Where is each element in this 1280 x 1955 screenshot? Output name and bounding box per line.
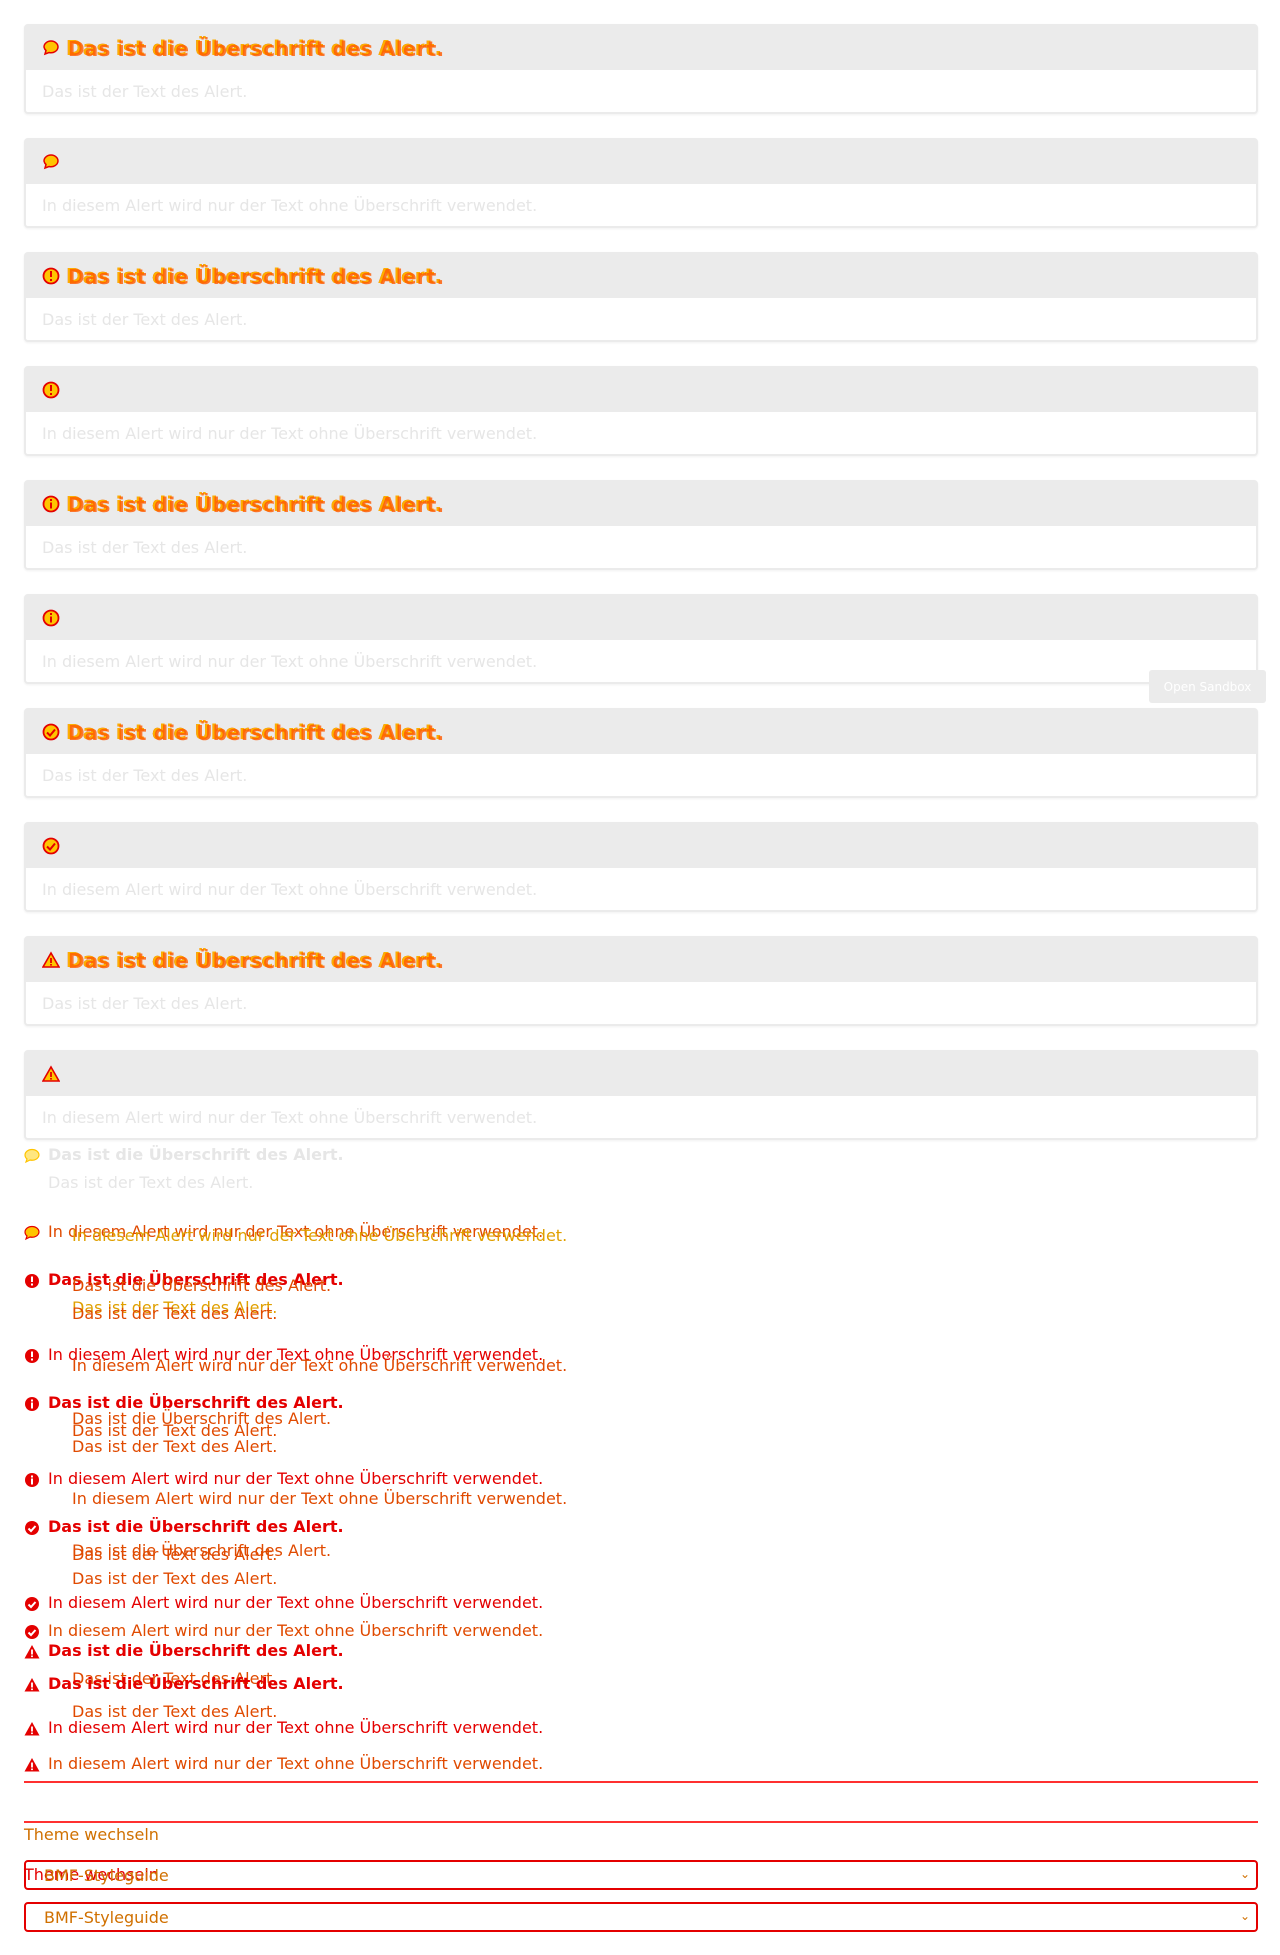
- compact-alert-title-ghost: Das ist die Überschrift des Alert.: [72, 1276, 332, 1295]
- alert-card: Das ist die Überschrift des Alert. Das is…: [24, 480, 1258, 570]
- alert-card-header: Das ist die Überschrift des Alert. Das is…: [26, 26, 1256, 70]
- alert-text: In diesem Alert wird nur der Text ohne Ü…: [42, 195, 538, 215]
- alert-text: In diesem Alert wird nur der Text ohne Ü…: [42, 651, 538, 671]
- chat-bubble-icon: [42, 153, 60, 171]
- theme-select-value: BMF-Styleguide: [44, 1865, 169, 1885]
- alert-card-header: Das ist die Überschrift des Alert. Das is…: [26, 710, 1256, 754]
- check-circle-icon: [42, 723, 60, 741]
- compact-alert-title: Das ist die Überschrift des Alert.: [48, 1641, 344, 1660]
- alert-card: Das ist die Überschrift des Alert. Das is…: [24, 708, 1258, 798]
- compact-alert-text: In diesem Alert wird nur der Text ohne Ü…: [48, 1593, 544, 1612]
- compact-alert-text-ghost: In diesem Alert wird nur der Text ohne Ü…: [72, 1226, 568, 1245]
- alert-text: Das ist der Text des Alert.: [42, 309, 248, 329]
- alert-card: Das ist die Überschrift des Alert. Das is…: [24, 24, 1258, 114]
- check-circle-icon: [42, 837, 60, 855]
- compact-alert: Das ist die Überschrift des Alert.: [24, 1675, 344, 1693]
- warning-triangle-icon: [24, 1644, 40, 1660]
- alert-card-header: Das ist die Überschrift des Alert. Das is…: [26, 254, 1256, 298]
- check-circle-icon: [24, 1520, 40, 1536]
- alert-card: In diesem Alert wird nur der Text ohne Ü…: [24, 1050, 1258, 1140]
- compact-alert: In diesem Alert wird nur der Text ohne Ü…: [24, 1594, 543, 1612]
- theme-select-value: BMF-Styleguide: [44, 1907, 169, 1927]
- compact-alert-text: Das ist der Text des Alert.: [72, 1545, 278, 1564]
- compact-alert-text: In diesem Alert wird nur der Text ohne Ü…: [48, 1718, 544, 1737]
- exclamation-circle-icon: [24, 1273, 40, 1289]
- alert-text: Das ist der Text des Alert.: [42, 537, 248, 557]
- info-circle-icon: [24, 1472, 40, 1488]
- compact-alert: Das ist die Überschrift des Alert.: [24, 1642, 344, 1660]
- alert-text: In diesem Alert wird nur der Text ohne Ü…: [42, 1107, 538, 1127]
- compact-alert-text: In diesem Alert wird nur der Text ohne Ü…: [48, 1754, 544, 1773]
- alert-card: Das ist die Überschrift des Alert. Das is…: [24, 252, 1258, 342]
- alert-title: Das ist die Überschrift des Alert. Das is…: [66, 264, 445, 289]
- compact-alert-text-ghost: Das ist der Text des Alert.: [72, 1304, 278, 1323]
- alert-card-header: Das ist die Überschrift des Alert. Das is…: [26, 482, 1256, 526]
- alert-card-list: Das ist die Überschrift des Alert. Das is…: [24, 24, 1258, 1140]
- info-circle-icon: [42, 609, 60, 627]
- alert-card: In diesem Alert wird nur der Text ohne Ü…: [24, 594, 1258, 684]
- alert-title: Das ist die Überschrift des Alert. Das is…: [66, 492, 445, 517]
- open-sandbox-button[interactable]: Open Sandbox: [1149, 670, 1266, 703]
- alert-card-header: [26, 1052, 1256, 1096]
- compact-alert-text: In diesem Alert wird nur der Text ohne Ü…: [48, 1469, 544, 1488]
- alert-text: Das ist der Text des Alert.: [42, 993, 248, 1013]
- compact-alert-title: Das ist die Überschrift des Alert.: [48, 1517, 344, 1536]
- alert-title: Das ist die Überschrift des Alert. Das is…: [66, 720, 445, 745]
- compact-alert: In diesem Alert wird nur der Text ohne Ü…: [24, 1470, 543, 1488]
- exclamation-circle-icon: [24, 1348, 40, 1364]
- theme-select[interactable]: BMF-Styleguide ⌄: [24, 1902, 1258, 1932]
- alert-text: In diesem Alert wird nur der Text ohne Ü…: [42, 423, 538, 443]
- chevron-down-icon: ⌄: [1239, 1867, 1250, 1881]
- divider: [24, 1821, 1258, 1823]
- alert-card: In diesem Alert wird nur der Text ohne Ü…: [24, 138, 1258, 228]
- warning-triangle-icon: [24, 1721, 40, 1737]
- alert-card-header: [26, 140, 1256, 184]
- alert-card: In diesem Alert wird nur der Text ohne Ü…: [24, 366, 1258, 456]
- compact-alert-title: Das ist die Überschrift des Alert.: [48, 1145, 344, 1164]
- theme-select[interactable]: BMF-Styleguide ⌄: [24, 1860, 1258, 1890]
- chat-bubble-icon: [42, 39, 60, 57]
- warning-triangle-icon: [42, 1065, 60, 1083]
- compact-alert: In diesem Alert wird nur der Text ohne Ü…: [24, 1755, 543, 1773]
- alert-title: Das ist die Überschrift des Alert. Das is…: [66, 36, 445, 61]
- compact-alert-text: Das ist der Text des Alert.: [48, 1173, 254, 1192]
- exclamation-circle-icon: [42, 381, 60, 399]
- warning-triangle-icon: [24, 1757, 40, 1773]
- compact-alert: Das ist die Überschrift des Alert.: [24, 1146, 344, 1164]
- alert-text: In diesem Alert wird nur der Text ohne Ü…: [42, 879, 538, 899]
- alert-card-header: [26, 368, 1256, 412]
- chat-bubble-icon: [24, 1148, 40, 1164]
- alert-card-header: Das ist die Überschrift des Alert. Das is…: [26, 938, 1256, 982]
- compact-alert-text-ghost: In diesem Alert wird nur der Text ohne Ü…: [72, 1356, 568, 1375]
- warning-triangle-icon: [42, 951, 60, 969]
- divider: [24, 1781, 1258, 1783]
- alert-card: In diesem Alert wird nur der Text ohne Ü…: [24, 822, 1258, 912]
- alert-card-header: [26, 824, 1256, 868]
- alert-title: Das ist die Überschrift des Alert. Das is…: [66, 948, 445, 973]
- compact-alert-text-ghost: Das ist der Text des Alert.: [72, 1437, 278, 1456]
- alert-card-header: [26, 596, 1256, 640]
- theme-label: Theme wechseln: [24, 1825, 159, 1844]
- compact-alert-title: Das ist die Überschrift des Alert.: [48, 1674, 344, 1693]
- compact-alert-text: In diesem Alert wird nur der Text ohne Ü…: [48, 1621, 544, 1640]
- chevron-down-icon: ⌄: [1239, 1909, 1250, 1923]
- compact-alert-text-ghost: In diesem Alert wird nur der Text ohne Ü…: [72, 1489, 568, 1508]
- alert-text: Das ist der Text des Alert.: [42, 81, 248, 101]
- alert-text: Das ist der Text des Alert.: [42, 765, 248, 785]
- info-circle-icon: [24, 1396, 40, 1412]
- compact-alert: Das ist die Überschrift des Alert.: [24, 1518, 344, 1536]
- alert-card: Das ist die Überschrift des Alert. Das is…: [24, 936, 1258, 1026]
- warning-triangle-icon: [24, 1677, 40, 1693]
- compact-alert: In diesem Alert wird nur der Text ohne Ü…: [24, 1719, 543, 1737]
- info-circle-icon: [42, 495, 60, 513]
- compact-alert: In diesem Alert wird nur der Text ohne Ü…: [24, 1622, 543, 1640]
- exclamation-circle-icon: [42, 267, 60, 285]
- check-circle-icon: [24, 1596, 40, 1612]
- chat-bubble-icon: [24, 1225, 40, 1241]
- compact-alert-text-ghost: Das ist der Text des Alert.: [72, 1569, 278, 1588]
- check-circle-icon: [24, 1624, 40, 1640]
